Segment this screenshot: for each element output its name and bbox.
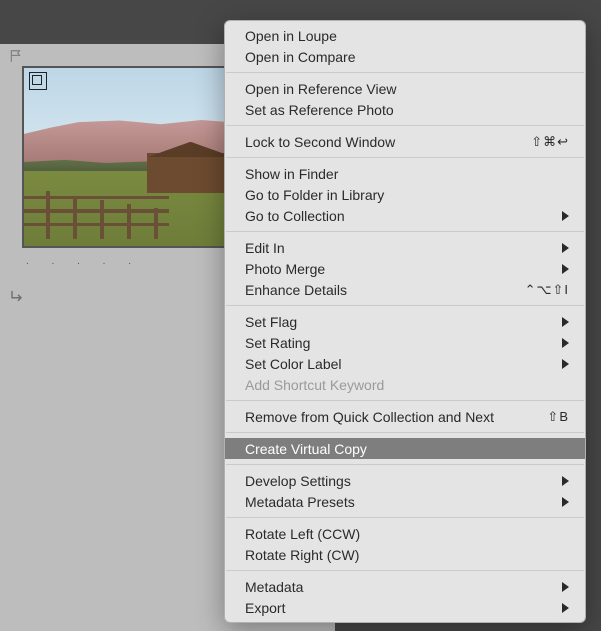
menu-shortcut: ⇧⌘↩ [531, 134, 569, 150]
menu-label: Go to Folder in Library [245, 187, 569, 203]
menu-separator [226, 72, 584, 73]
menu-separator [226, 157, 584, 158]
menu-label: Enhance Details [245, 282, 525, 298]
submenu-arrow-icon [562, 603, 569, 613]
menu-item-go-folder[interactable]: Go to Folder in Library [225, 184, 585, 205]
menu-separator [226, 231, 584, 232]
menu-item-set-color-label[interactable]: Set Color Label [225, 353, 585, 374]
menu-label: Set as Reference Photo [245, 102, 569, 118]
menu-shortcut: ⌃⌥⇧I [525, 282, 569, 298]
menu-label: Show in Finder [245, 166, 569, 182]
stack-icon [29, 72, 47, 90]
menu-item-develop-settings[interactable]: Develop Settings [225, 470, 585, 491]
menu-label: Create Virtual Copy [245, 441, 569, 457]
submenu-arrow-icon [562, 582, 569, 592]
submenu-arrow-icon [562, 497, 569, 507]
submenu-arrow-icon [562, 264, 569, 274]
menu-label: Rotate Left (CCW) [245, 526, 569, 542]
menu-item-open-loupe[interactable]: Open in Loupe [225, 25, 585, 46]
menu-label: Lock to Second Window [245, 134, 531, 150]
menu-item-set-flag[interactable]: Set Flag [225, 311, 585, 332]
menu-label: Metadata Presets [245, 494, 556, 510]
rating-dots[interactable]: . . . . . [26, 256, 141, 267]
menu-label: Open in Compare [245, 49, 569, 65]
menu-separator [226, 464, 584, 465]
menu-item-set-reference[interactable]: Set as Reference Photo [225, 99, 585, 120]
menu-label: Export [245, 600, 556, 616]
thumb-fence [22, 185, 169, 238]
menu-label: Go to Collection [245, 208, 556, 224]
menu-label: Photo Merge [245, 261, 556, 277]
submenu-arrow-icon [562, 317, 569, 327]
menu-item-enhance-details[interactable]: Enhance Details ⌃⌥⇧I [225, 279, 585, 300]
menu-label: Set Rating [245, 335, 556, 351]
menu-item-rotate-left[interactable]: Rotate Left (CCW) [225, 523, 585, 544]
menu-separator [226, 432, 584, 433]
submenu-arrow-icon [562, 243, 569, 253]
menu-item-metadata[interactable]: Metadata [225, 576, 585, 597]
menu-shortcut: ⇧B [547, 409, 569, 425]
menu-label: Develop Settings [245, 473, 556, 489]
menu-item-photo-merge[interactable]: Photo Merge [225, 258, 585, 279]
menu-item-lock-second-window[interactable]: Lock to Second Window ⇧⌘↩ [225, 131, 585, 152]
flag-icon [9, 48, 23, 64]
menu-item-go-collection[interactable]: Go to Collection [225, 205, 585, 226]
menu-item-show-finder[interactable]: Show in Finder [225, 163, 585, 184]
menu-item-rotate-right[interactable]: Rotate Right (CW) [225, 544, 585, 565]
menu-label: Set Color Label [245, 356, 556, 372]
menu-item-create-virtual-copy[interactable]: Create Virtual Copy [225, 438, 585, 459]
menu-label: Edit In [245, 240, 556, 256]
menu-separator [226, 517, 584, 518]
menu-label: Add Shortcut Keyword [245, 377, 569, 393]
menu-item-edit-in[interactable]: Edit In [225, 237, 585, 258]
menu-label: Remove from Quick Collection and Next [245, 409, 547, 425]
app-root: . . . . . Open in Loupe Open in Compare … [0, 0, 601, 631]
submenu-arrow-icon [562, 476, 569, 486]
submenu-arrow-icon [562, 359, 569, 369]
menu-separator [226, 570, 584, 571]
menu-separator [226, 400, 584, 401]
context-menu: Open in Loupe Open in Compare Open in Re… [224, 20, 586, 623]
menu-label: Metadata [245, 579, 556, 595]
menu-label: Rotate Right (CW) [245, 547, 569, 563]
menu-label: Open in Loupe [245, 28, 569, 44]
menu-item-metadata-presets[interactable]: Metadata Presets [225, 491, 585, 512]
menu-label: Set Flag [245, 314, 556, 330]
menu-separator [226, 125, 584, 126]
menu-item-remove-quick-collection[interactable]: Remove from Quick Collection and Next ⇧B [225, 406, 585, 427]
submenu-arrow-icon [562, 211, 569, 221]
menu-item-export[interactable]: Export [225, 597, 585, 618]
menu-item-add-shortcut-keyword: Add Shortcut Keyword [225, 374, 585, 395]
menu-label: Open in Reference View [245, 81, 569, 97]
menu-item-open-compare[interactable]: Open in Compare [225, 46, 585, 67]
menu-separator [226, 305, 584, 306]
menu-item-open-reference[interactable]: Open in Reference View [225, 78, 585, 99]
submenu-arrow-icon [562, 338, 569, 348]
return-arrow-icon [9, 288, 27, 306]
menu-item-set-rating[interactable]: Set Rating [225, 332, 585, 353]
